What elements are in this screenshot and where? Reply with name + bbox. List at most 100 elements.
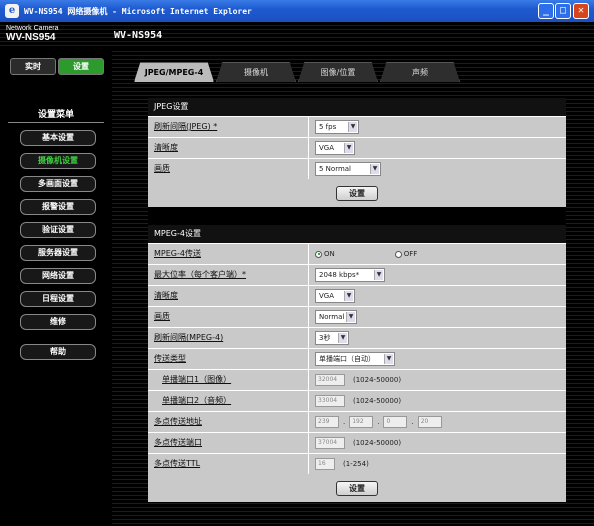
chevron-down-icon: ▼ bbox=[338, 333, 347, 343]
multicast-octet-3[interactable]: 0 bbox=[383, 416, 408, 428]
menu-item-camera[interactable]: 摄像机设置 bbox=[20, 153, 96, 169]
multicast-port-row: 多点传送端口 37004 (1024-50000) bbox=[148, 432, 566, 453]
setup-menu-title: 设置菜单 bbox=[37, 110, 74, 120]
chevron-down-icon: ▼ bbox=[344, 143, 353, 153]
menu-item-maintenance[interactable]: 维修 bbox=[20, 314, 96, 330]
brand-small: Network Camera bbox=[6, 25, 59, 32]
octet-separator: . bbox=[411, 418, 414, 426]
jpeg-interval-select[interactable]: 5 fps ▼ bbox=[315, 120, 359, 134]
jpeg-resolution-label[interactable]: 清晰度 bbox=[148, 138, 308, 158]
mpeg4-bitrate-value: 2048 kbps* bbox=[319, 271, 360, 279]
menu-item-auth[interactable]: 验证设置 bbox=[20, 222, 96, 238]
mpeg4-bitrate-label[interactable]: 最大位率（每个客户端）* bbox=[148, 265, 308, 285]
multicast-octet-1[interactable]: 239 bbox=[315, 416, 339, 428]
jpeg-interval-value: 5 fps bbox=[319, 123, 337, 131]
mpeg4-transmit-row: MPEG-4传送 ON OFF bbox=[148, 243, 566, 264]
menu-divider bbox=[8, 122, 104, 123]
tab-audio[interactable]: 声频 bbox=[380, 62, 460, 82]
jpeg-quality-label[interactable]: 画质 bbox=[148, 159, 308, 179]
menu-item-server[interactable]: 服务器设置 bbox=[20, 245, 96, 261]
multicast-ttl-label[interactable]: 多点传送TTL bbox=[148, 454, 308, 474]
menu-item-multiscreen[interactable]: 多画面设置 bbox=[20, 176, 96, 192]
multicast-port-input[interactable]: 37004 bbox=[315, 437, 345, 449]
mpeg4-resolution-label[interactable]: 清晰度 bbox=[148, 286, 308, 306]
unicast1-label[interactable]: 单播端口1（图像） bbox=[148, 370, 308, 390]
multicast-ttl-row: 多点传送TTL 16 (1-254) bbox=[148, 453, 566, 474]
left-panel: 实时 设置 设置菜单 基本设置 摄像机设置 多画面设置 报警设置 验证设置 服务… bbox=[0, 48, 112, 526]
octet-separator: . bbox=[343, 418, 346, 426]
jpeg-resolution-value: VGA bbox=[319, 144, 335, 152]
close-button[interactable]: ✕ bbox=[573, 3, 589, 19]
octet-separator: . bbox=[377, 418, 380, 426]
mpeg4-transmit-on-radio[interactable]: ON bbox=[315, 250, 335, 258]
chevron-down-icon: ▼ bbox=[374, 270, 383, 280]
mpeg4-transfer-value: 单播端口（自动） bbox=[319, 355, 375, 363]
jpeg-resolution-row: 清晰度 VGA ▼ bbox=[148, 137, 566, 158]
unicast2-row: 单播端口2（音频） 33004 (1024-50000) bbox=[148, 390, 566, 411]
setup-button[interactable]: 设置 bbox=[58, 58, 104, 75]
chevron-down-icon: ▼ bbox=[344, 291, 353, 301]
mpeg4-bitrate-select[interactable]: 2048 kbps* ▼ bbox=[315, 268, 385, 282]
mpeg4-transfer-row: 传送类型 单播端口（自动） ▼ bbox=[148, 348, 566, 369]
mpeg4-transfer-select[interactable]: 单播端口（自动） ▼ bbox=[315, 352, 395, 366]
mpeg4-transfer-label[interactable]: 传送类型 bbox=[148, 349, 308, 369]
multicast-ttl-hint: (1-254) bbox=[343, 460, 369, 468]
radio-on-label: ON bbox=[324, 250, 335, 258]
unicast2-label[interactable]: 单播端口2（音频） bbox=[148, 391, 308, 411]
multicast-octet-2[interactable]: 192 bbox=[349, 416, 374, 428]
window-titlebar: e WV-NS954 网络摄像机 - Microsoft Internet Ex… bbox=[0, 0, 594, 22]
tab-bar: JPEG/MPEG-4 摄像机 图像/位置 声频 bbox=[134, 62, 574, 82]
minimize-button[interactable]: _ bbox=[538, 3, 554, 19]
tab-camera[interactable]: 摄像机 bbox=[216, 62, 296, 82]
chevron-down-icon: ▼ bbox=[346, 312, 355, 322]
brand-logo: Network Camera WV-NS954 bbox=[6, 25, 59, 43]
tab-jpeg-mpeg4[interactable]: JPEG/MPEG-4 bbox=[134, 62, 214, 82]
mpeg4-quality-row: 画质 Normal ▼ bbox=[148, 306, 566, 327]
tab-image-position[interactable]: 图像/位置 bbox=[298, 62, 378, 82]
live-button[interactable]: 实时 bbox=[10, 58, 56, 75]
multicast-port-label[interactable]: 多点传送端口 bbox=[148, 433, 308, 453]
mpeg4-set-row: 设置 bbox=[148, 474, 566, 502]
multicast-address-row: 多点传送地址 239 . 192 . 0 . 20 bbox=[148, 411, 566, 432]
mpeg4-interval-select[interactable]: 3秒 ▼ bbox=[315, 331, 349, 345]
brand-big: WV-NS954 bbox=[6, 32, 56, 43]
ie-icon: e bbox=[5, 4, 19, 18]
radio-on-icon bbox=[315, 250, 322, 258]
unicast1-row: 单播端口1（图像） 32004 (1024-50000) bbox=[148, 369, 566, 390]
chevron-down-icon: ▼ bbox=[348, 122, 357, 132]
multicast-port-hint: (1024-50000) bbox=[353, 439, 402, 447]
jpeg-section-title: JPEG设置 bbox=[148, 98, 566, 116]
jpeg-resolution-select[interactable]: VGA ▼ bbox=[315, 141, 355, 155]
mpeg4-section-title: MPEG-4设置 bbox=[148, 225, 566, 243]
mpeg4-quality-select[interactable]: Normal ▼ bbox=[315, 310, 357, 324]
maximize-button[interactable]: □ bbox=[555, 3, 571, 19]
multicast-address-label[interactable]: 多点传送地址 bbox=[148, 412, 308, 432]
multicast-ttl-input[interactable]: 16 bbox=[315, 458, 335, 470]
mpeg4-interval-label[interactable]: 刷新间隔(MPEG-4) bbox=[148, 328, 308, 348]
unicast2-hint: (1024-50000) bbox=[353, 397, 402, 405]
unicast2-input[interactable]: 33004 bbox=[315, 395, 345, 407]
menu-item-help[interactable]: 帮助 bbox=[20, 344, 96, 360]
mpeg4-quality-label[interactable]: 画质 bbox=[148, 307, 308, 327]
menu-item-network[interactable]: 网络设置 bbox=[20, 268, 96, 284]
mpeg4-transmit-label[interactable]: MPEG-4传送 bbox=[148, 244, 308, 264]
jpeg-quality-select[interactable]: 5 Normal ▼ bbox=[315, 162, 381, 176]
menu-item-alarm[interactable]: 报警设置 bbox=[20, 199, 96, 215]
chevron-down-icon: ▼ bbox=[384, 354, 393, 364]
unicast1-input[interactable]: 32004 bbox=[315, 374, 345, 386]
jpeg-set-button[interactable]: 设置 bbox=[336, 185, 378, 201]
menu-item-schedule[interactable]: 日程设置 bbox=[20, 291, 96, 307]
mpeg4-resolution-value: VGA bbox=[319, 292, 335, 300]
multicast-octet-4[interactable]: 20 bbox=[417, 416, 442, 428]
mpeg4-interval-row: 刷新间隔(MPEG-4) 3秒 ▼ bbox=[148, 327, 566, 348]
jpeg-quality-row: 画质 5 Normal ▼ bbox=[148, 158, 566, 179]
mpeg4-transmit-off-radio[interactable]: OFF bbox=[394, 250, 417, 258]
jpeg-quality-value: 5 Normal bbox=[319, 165, 352, 173]
mpeg4-set-button[interactable]: 设置 bbox=[336, 480, 378, 496]
unicast1-hint: (1024-50000) bbox=[353, 376, 402, 384]
settings-panel: JPEG设置 刷新间隔(JPEG) * 5 fps ▼ 清晰度 VGA ▼ 画质 5… bbox=[148, 98, 566, 502]
jpeg-interval-label[interactable]: 刷新间隔(JPEG) * bbox=[148, 117, 308, 137]
mpeg4-quality-value: Normal bbox=[319, 313, 345, 321]
mpeg4-resolution-select[interactable]: VGA ▼ bbox=[315, 289, 355, 303]
menu-item-basic[interactable]: 基本设置 bbox=[20, 130, 96, 146]
